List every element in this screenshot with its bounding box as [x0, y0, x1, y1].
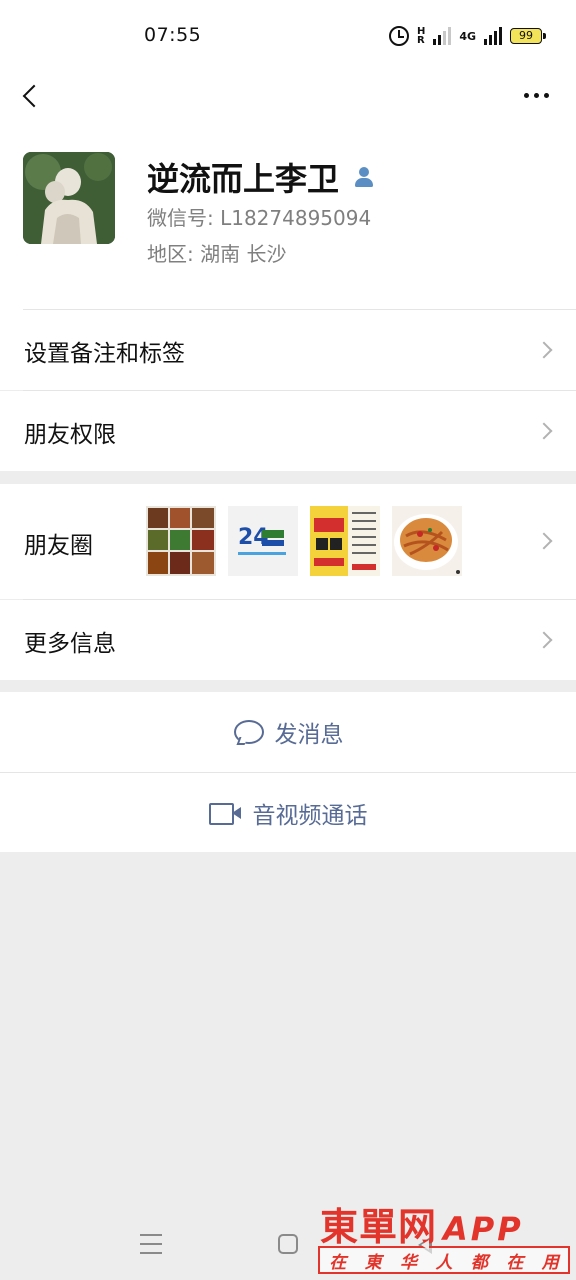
nickname: 逆流而上李卫 — [147, 154, 375, 200]
chevron-right-icon — [535, 532, 553, 550]
top-bar — [0, 70, 576, 122]
profile-card: 逆流而上李卫 微信号: L18274895094 地区: 湖南 长沙 — [0, 122, 576, 310]
more-icon[interactable] — [518, 82, 554, 108]
status-icons: H R 4G 99 — [388, 24, 546, 48]
row-remark-tags[interactable]: 设置备注和标签 — [0, 310, 576, 390]
chevron-right-icon — [535, 341, 553, 359]
video-call-label: 音视频通话 — [252, 802, 368, 829]
signal-icon — [433, 27, 452, 45]
row-label: 朋友权限 — [24, 422, 116, 448]
back-icon[interactable] — [14, 78, 48, 112]
moments-thumb-1 — [146, 506, 216, 576]
nav-home-button[interactable] — [278, 1234, 298, 1254]
video-icon — [208, 802, 241, 825]
moments-thumbnails: 24 — [146, 506, 462, 576]
status-bar: 07:55 H R 4G 99 — [0, 0, 576, 70]
moments-thumb-3 — [310, 506, 380, 576]
row-label: 朋友圈 — [24, 533, 93, 559]
chevron-right-icon — [535, 631, 553, 649]
nickname-text: 逆流而上李卫 — [147, 160, 340, 198]
alarm-icon — [388, 26, 409, 46]
moments-thumb-2: 24 — [228, 506, 298, 576]
signal-4g-icon — [484, 27, 502, 45]
video-call-button[interactable]: 音视频通话 — [0, 773, 576, 852]
watermark-logo: 東單网 APP 在 東 华 人 都 在 用 — [318, 1196, 572, 1276]
avatar-image — [23, 152, 115, 244]
send-message-button[interactable]: 发消息 — [0, 692, 576, 772]
status-time: 07:55 — [144, 24, 202, 46]
network-4g-label: 4G — [459, 29, 476, 43]
chevron-right-icon — [535, 422, 553, 440]
row-moments[interactable]: 朋友圈 24 — [0, 484, 576, 599]
moments-thumb-4 — [392, 506, 462, 576]
row-label: 设置备注和标签 — [24, 341, 185, 367]
row-permissions[interactable]: 朋友权限 — [0, 391, 576, 471]
nav-menu-button[interactable] — [140, 1234, 162, 1254]
message-icon — [233, 719, 264, 745]
send-message-label: 发消息 — [274, 722, 344, 748]
network-h-icon: H R — [416, 26, 426, 46]
region: 地区: 湖南 长沙 — [147, 242, 287, 266]
watermark-slogan: 在 東 华 人 都 在 用 — [318, 1246, 570, 1274]
battery-icon: 99 — [510, 28, 546, 44]
row-more-info[interactable]: 更多信息 — [0, 600, 576, 680]
user-icon — [353, 166, 375, 188]
avatar[interactable] — [23, 152, 115, 244]
wechat-id: 微信号: L18274895094 — [147, 206, 372, 230]
row-label: 更多信息 — [24, 631, 116, 657]
